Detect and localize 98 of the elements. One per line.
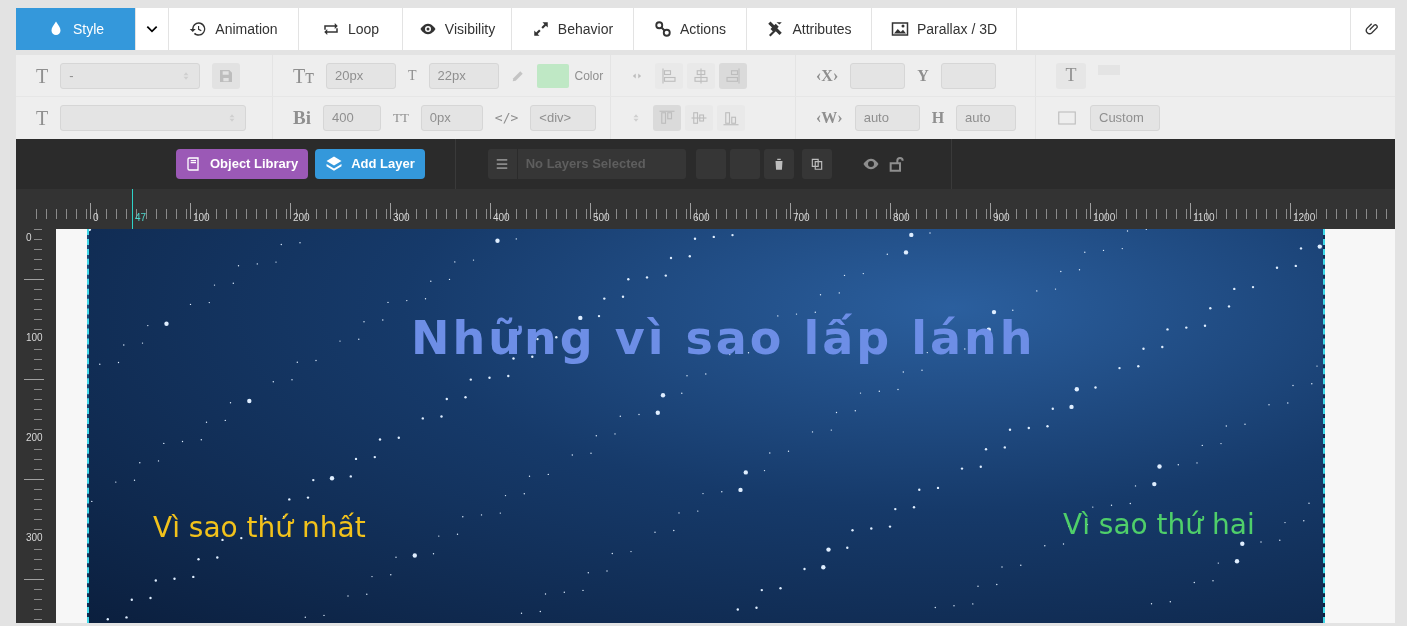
ruler-label: 200 [293,213,310,223]
y-field[interactable] [940,62,996,89]
ruler-label: 800 [893,213,910,223]
ruler-tick [24,479,44,480]
guide-position-label: 47 [135,213,147,223]
align-button[interactable] [655,62,683,89]
align-button[interactable] [719,62,747,89]
tools-icon [766,20,785,38]
text-format-icon: T [1065,62,1077,89]
ruler-label: 1200 [1293,213,1316,223]
ruler-tick [290,203,291,219]
ruler-tick [390,203,391,219]
menu-icon [495,157,510,171]
tab[interactable]: Style [16,8,136,50]
save-icon [218,67,235,84]
color-label: Color [574,67,604,85]
ruler-tick [24,379,44,380]
font-size-field[interactable]: 20px [325,62,396,89]
resize-icon [1056,109,1078,127]
ruler-label: 0 [93,213,99,223]
align-icon [690,109,708,127]
height-icon: H [931,106,945,130]
save-button[interactable] [212,62,241,89]
ruler-label: 200 [26,433,43,443]
ruler-tick [590,203,591,219]
y-position-icon: Y [917,63,929,88]
ruler-tick [90,203,91,219]
color-swatch[interactable] [536,63,569,88]
expand-arrows-icon [531,20,550,38]
layers-icon [325,155,344,173]
letter-spacing-field[interactable]: 0px [420,105,483,131]
ruler-tick [24,279,44,280]
ruler-tick [190,203,191,219]
line-height-field[interactable]: 22px [428,62,499,89]
align-icon [724,66,742,85]
text-layer[interactable]: Vì sao thứ hai [1063,504,1255,546]
width-field[interactable]: auto [854,105,920,131]
align-button[interactable] [653,105,681,131]
font-family-icon: T [36,60,49,91]
ruler-label: 1000 [1093,213,1116,223]
align-icon [660,66,678,85]
line-height-icon: T [407,65,417,86]
height-field[interactable]: auto [956,105,1017,131]
link-icon [654,20,673,38]
font-weight-select[interactable]: 400 [322,105,381,131]
delete-button[interactable] [763,149,794,179]
object-library-button[interactable]: Object Library [176,149,309,179]
ruler-label: 300 [26,533,43,543]
ruler-label: 600 [693,213,710,223]
ruler-tick [890,203,891,219]
ruler-label: 500 [593,213,610,223]
size-preset-select[interactable]: Custom [1090,105,1160,131]
align-icon [722,109,740,127]
ruler-tick [790,203,791,219]
ruler-label: 100 [193,213,210,223]
ruler-label: 0 [26,233,32,243]
ruler-tick [1190,203,1191,219]
align-button[interactable] [685,105,713,131]
ruler-tick [990,203,991,219]
font-select[interactable] [60,105,247,131]
ruler-tick [1290,203,1291,219]
image-icon [890,20,909,38]
unlock-icon [887,156,904,172]
duplicate-button[interactable] [801,149,832,179]
add-layer-button[interactable]: Add Layer [315,149,425,179]
code-tag-icon: </> [494,108,519,128]
font-family-select[interactable]: - [60,62,201,89]
align-button[interactable] [687,62,715,89]
ruler-label: 100 [26,333,43,343]
ruler-label: 900 [993,213,1010,223]
paperclip-icon [1365,21,1381,37]
ruler-tick [490,203,491,219]
align-button[interactable] [717,105,745,131]
duplicate-icon [809,157,824,171]
ruler-tick [24,579,44,580]
width-icon: ‹W› [816,106,843,130]
tag-select[interactable]: <div> [530,105,597,131]
letter-spacing-icon: TT [392,108,409,128]
x-field[interactable] [850,62,906,89]
ruler-tick [1090,203,1091,219]
text-layer[interactable]: Vì sao thứ nhất [153,507,366,549]
font-size-icon: Tт [293,60,314,91]
align-icon [658,109,676,127]
align-icon [692,66,710,85]
book-icon [186,156,202,172]
ruler-label: 1100 [1193,213,1215,223]
pencil-icon [510,68,525,83]
x-position-icon: ‹X› [816,63,839,88]
ruler-label: 400 [493,213,510,223]
guide-line [132,189,133,229]
history-icon [189,20,208,38]
ruler-label: 300 [393,213,410,223]
font-weight-icon: Bi [293,103,311,133]
text-layer[interactable]: Những vì sao lấp lánh [411,304,1036,373]
text-format-button[interactable]: T [1056,62,1086,89]
ruler-tick [690,203,691,219]
ruler-label: 700 [793,213,810,223]
font-style-icon: T [36,103,49,133]
